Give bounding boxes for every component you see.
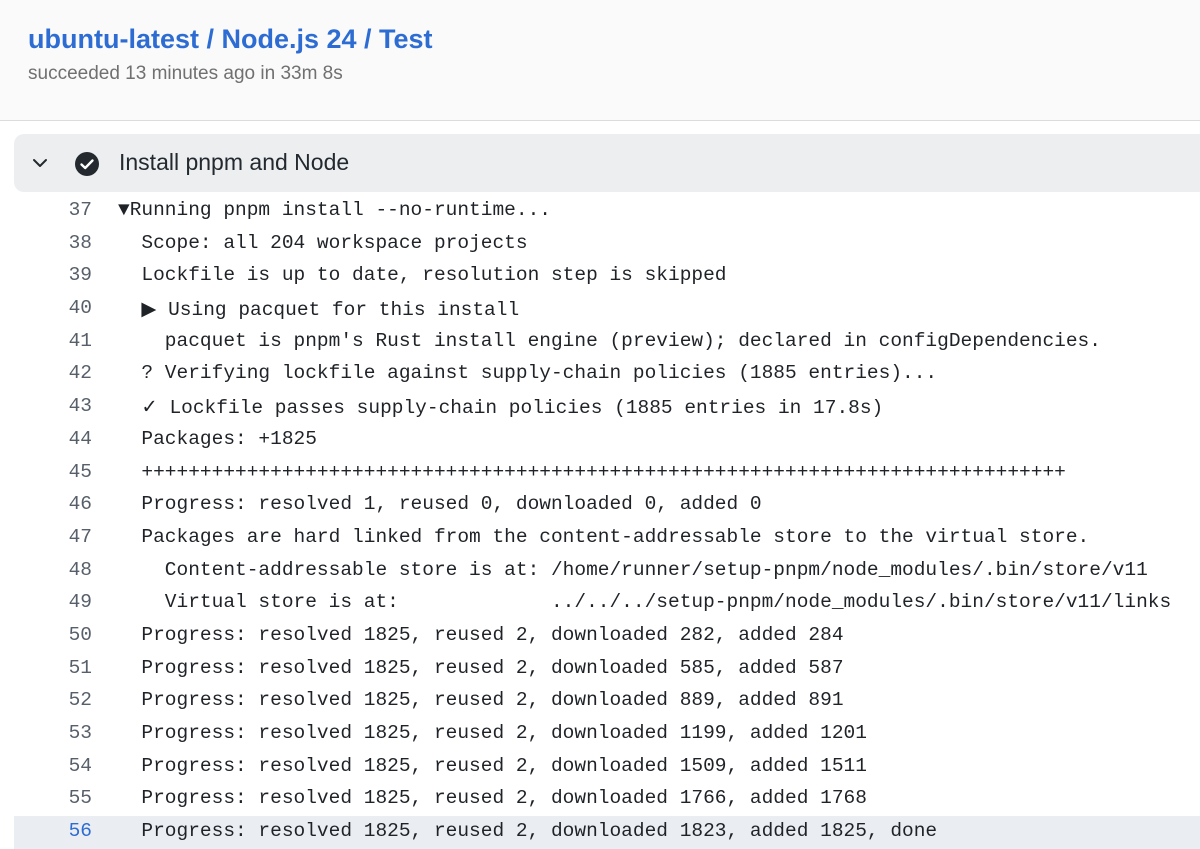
log-line-text: Progress: resolved 1825, reused 2, downl… (118, 623, 844, 646)
log-line: 48 Content-addressable store is at: /hom… (14, 555, 1200, 588)
log-line: 47 Packages are hard linked from the con… (14, 522, 1200, 555)
log-line-text: Scope: all 204 workspace projects (118, 231, 528, 254)
line-number-link[interactable]: 41 (14, 330, 92, 352)
log-line-text: Progress: resolved 1825, reused 2, downl… (118, 722, 867, 744)
step-title: Install pnpm and Node (119, 149, 350, 175)
line-number-link[interactable]: 37 (14, 199, 92, 221)
log-line: 55 Progress: resolved 1825, reused 2, do… (14, 783, 1200, 816)
log-line-text: Progress: resolved 1825, reused 2, downl… (118, 689, 844, 712)
log-line: 49 Virtual store is at: ../../../setup-p… (14, 587, 1200, 620)
log-line-text: ▶ Using pacquet for this install (118, 299, 520, 322)
log-line: 37 ▼Running pnpm install --no-runtime... (14, 195, 1200, 228)
log-line-text: pacquet is pnpm's Rust install engine (p… (118, 329, 1101, 352)
line-number-link[interactable]: 51 (14, 657, 92, 679)
log-line-text: ++++++++++++++++++++++++++++++++++++++++… (118, 460, 1066, 483)
line-number-link[interactable]: 49 (14, 591, 92, 613)
job-status-text: succeeded 13 minutes ago in 33m 8s (28, 63, 343, 84)
log-line-text: Progress: resolved 1, reused 0, download… (118, 493, 762, 516)
log-line-text: Packages are hard linked from the conten… (118, 525, 1090, 548)
log-line: 38 Scope: all 204 workspace projects (14, 228, 1200, 261)
log-line-text: Progress: resolved 1825, reused 2, downl… (118, 754, 867, 777)
log-line-text: ✓ Lockfile passes supply-chain policies … (118, 397, 884, 420)
line-number-link[interactable]: 43 (14, 395, 92, 417)
line-number-link[interactable]: 46 (14, 493, 92, 515)
log-line: 51 Progress: resolved 1825, reused 2, do… (14, 653, 1200, 686)
log-line-text: ? Verifying lockfile against supply-chai… (118, 362, 938, 385)
line-number-link[interactable]: 52 (14, 689, 92, 711)
log-line: 54 Progress: resolved 1825, reused 2, do… (14, 751, 1200, 784)
line-number-link[interactable]: 40 (14, 297, 92, 319)
log-line: 52 Progress: resolved 1825, reused 2, do… (14, 685, 1200, 718)
step-header-install-pnpm[interactable]: Install pnpm and Node (14, 134, 1200, 192)
log-line-text: ▼Running pnpm install --no-runtime... (118, 199, 551, 221)
log-line: 46 Progress: resolved 1, reused 0, downl… (14, 489, 1200, 522)
log-line: 50 Progress: resolved 1825, reused 2, do… (14, 620, 1200, 653)
log-line: 45 +++++++++++++++++++++++++++++++++++++… (14, 457, 1200, 490)
line-number-link[interactable]: 44 (14, 428, 92, 450)
log-line-text: Progress: resolved 1825, reused 2, downl… (118, 656, 844, 679)
log-lines: 37 ▼Running pnpm install --no-runtime... 3… (14, 195, 1200, 849)
log-line: 39 Lockfile is up to date, resolution st… (14, 260, 1200, 293)
check-circle-icon (75, 152, 99, 176)
log-line: 43 ✓ Lockfile passes supply-chain polici… (14, 391, 1200, 424)
log-line-text: Progress: resolved 1825, reused 2, downl… (118, 787, 867, 810)
job-header: ubuntu-latest / Node.js 24 / Test succee… (0, 0, 1200, 121)
line-number-link[interactable]: 48 (14, 559, 92, 581)
log-line: 56 Progress: resolved 1825, reused 2, do… (14, 816, 1200, 849)
line-number-link[interactable]: 39 (14, 264, 92, 286)
log-line-text: Virtual store is at: ../../../setup-pnpm… (118, 591, 1172, 614)
log-line-text: Content-addressable store is at: /home/r… (118, 558, 1148, 581)
line-number-link[interactable]: 55 (14, 787, 92, 809)
line-number-link[interactable]: 56 (14, 820, 92, 842)
log-line: 44 Packages: +1825 (14, 424, 1200, 457)
line-number-link[interactable]: 42 (14, 362, 92, 384)
line-number-link[interactable]: 38 (14, 232, 92, 254)
chevron-down-icon[interactable] (30, 153, 50, 173)
log-line-text: Packages: +1825 (118, 427, 317, 450)
line-number-link[interactable]: 47 (14, 526, 92, 548)
job-title-link[interactable]: ubuntu-latest / Node.js 24 / Test (28, 24, 433, 55)
line-number-link[interactable]: 53 (14, 722, 92, 744)
line-number-link[interactable]: 54 (14, 755, 92, 777)
log-line: 53 Progress: resolved 1825, reused 2, do… (14, 718, 1200, 751)
log-line: 42 ? Verifying lockfile against supply-c… (14, 358, 1200, 391)
log-panel: Install pnpm and Node 37 ▼Running pnpm in… (14, 121, 1200, 849)
log-line: 41 pacquet is pnpm's Rust install engine… (14, 326, 1200, 359)
line-number-link[interactable]: 50 (14, 624, 92, 646)
log-line-text: Progress: resolved 1825, reused 2, downl… (118, 820, 938, 843)
log-line: 40 ▶ Using pacquet for this install (14, 293, 1200, 326)
log-line-text: Lockfile is up to date, resolution step … (118, 264, 727, 287)
line-number-link[interactable]: 45 (14, 461, 92, 483)
